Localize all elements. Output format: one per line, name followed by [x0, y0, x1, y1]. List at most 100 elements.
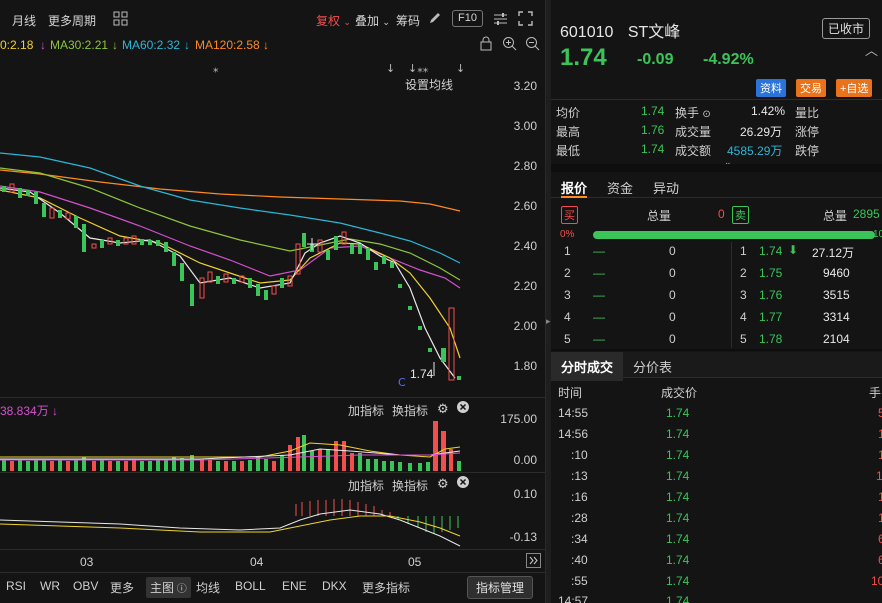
- sell-volume: 9460: [823, 266, 850, 280]
- tab-wr[interactable]: WR: [40, 579, 60, 593]
- trade-time: :40: [571, 553, 588, 567]
- tab-dkx[interactable]: DKX: [322, 579, 347, 593]
- buy-volume: 0: [669, 288, 676, 302]
- svg-text:↓: ↓: [386, 62, 395, 75]
- tab-obv[interactable]: OBV: [73, 579, 98, 593]
- buy-level: 4: [564, 310, 571, 324]
- trade-time: 14:56: [558, 427, 589, 441]
- trade-price: 1.74: [666, 448, 690, 462]
- chart-toolbar: 月线 更多周期 复权 ⌄ 叠加 ⌄ 筹码 F10: [0, 0, 545, 36]
- draw-pen-icon[interactable]: [428, 11, 442, 28]
- f10-button[interactable]: F10: [452, 10, 483, 27]
- stat-value: 1.74: [641, 104, 665, 118]
- tab-price-table[interactable]: 分价表: [633, 357, 672, 376]
- stock-header: 601010 ST文峰: [560, 18, 680, 42]
- trade-price: 1.74: [666, 574, 690, 588]
- tab-more-indicators[interactable]: 更多指标: [362, 579, 410, 596]
- settings-sliders-icon[interactable]: [493, 11, 508, 29]
- macd-chart[interactable]: [0, 492, 478, 548]
- buy-volume: 0: [669, 332, 676, 346]
- trades-header-price: 成交价: [661, 386, 698, 400]
- sell-price: 1.74: [759, 244, 783, 258]
- chevron-up-icon[interactable]: ︿: [865, 40, 878, 59]
- sell-level: 5: [740, 332, 747, 346]
- stat-value: 4585.29万: [727, 144, 783, 158]
- trade-time: :13: [571, 469, 588, 483]
- tab-main-chart-label: 主图: [150, 581, 175, 595]
- buy-level: 2: [564, 266, 571, 280]
- svg-text:↓: ↓: [456, 62, 465, 75]
- gear-icon[interactable]: ⚙: [437, 476, 449, 492]
- stat-label: 换手 ⊙: [675, 104, 711, 121]
- stat-label: 量比: [795, 106, 820, 120]
- buy-volume: 0: [669, 310, 676, 324]
- arrow-down-icon: ⬇: [788, 243, 799, 257]
- chips-button[interactable]: 筹码: [396, 12, 420, 29]
- candlestick-chart[interactable]: ⁎ ↓ ↓⁎⁎ ↓ C: [0, 58, 478, 396]
- buy-price: —: [593, 310, 605, 324]
- volume-axis-tick: 0.00: [513, 453, 537, 467]
- zoom-in-icon[interactable]: [502, 36, 517, 54]
- tab-ene[interactable]: ENE: [282, 579, 307, 593]
- tab-ma[interactable]: 均线: [196, 579, 220, 596]
- zoom-out-icon[interactable]: [525, 36, 540, 54]
- trade-time: :10: [571, 448, 588, 462]
- close-icon[interactable]: [457, 401, 469, 416]
- stock-code: 601010: [560, 24, 614, 41]
- volume-chart[interactable]: [0, 415, 478, 471]
- collapse-arrow-icon[interactable]: ▸: [546, 316, 551, 327]
- trade-price: 1.74: [666, 406, 690, 420]
- time-tick: 04: [250, 555, 264, 569]
- stat-label: 跌停: [795, 144, 820, 158]
- trade-price: 1.74: [666, 553, 690, 567]
- kline-chart-panel: 月线 更多周期 复权 ⌄ 叠加 ⌄ 筹码 F10 0:2.18 ↓ MA30:2…: [0, 0, 545, 603]
- trade-volume: 6: [878, 553, 882, 567]
- svg-text:C: C: [398, 376, 406, 389]
- info-tag-button[interactable]: 资料: [756, 79, 786, 97]
- lock-icon[interactable]: [479, 36, 493, 54]
- sell-volume: 3515: [823, 288, 850, 302]
- close-icon[interactable]: [457, 476, 469, 491]
- trade-volume: 1: [878, 511, 882, 525]
- trades-header-time: 时间: [558, 386, 583, 400]
- period-month-button[interactable]: 月线: [12, 12, 36, 29]
- turnover-label: 换手: [675, 106, 700, 120]
- tab-quote[interactable]: 报价: [561, 178, 587, 197]
- buy-price: —: [593, 288, 605, 302]
- trade-price: 1.74: [666, 511, 690, 525]
- volume-axis-tick: 175.00: [500, 412, 537, 426]
- chevron-down-icon: ⌄: [343, 17, 351, 27]
- grid-layout-icon[interactable]: [113, 11, 128, 29]
- stat-label: 均价: [556, 106, 581, 120]
- trade-time: :55: [571, 574, 588, 588]
- ma-legend-ma120: MA120:2.58: [195, 38, 260, 52]
- tab-anomaly[interactable]: 异动: [653, 178, 679, 197]
- sell-volume: 2104: [823, 332, 850, 346]
- trade-time: :16: [571, 490, 588, 504]
- trade-time: :34: [571, 532, 588, 546]
- tab-rsi[interactable]: RSI: [6, 579, 26, 593]
- add-watchlist-button[interactable]: +自选: [836, 79, 873, 97]
- ma-legend-arrow-down: ↓: [40, 38, 46, 52]
- time-tick: 05: [408, 555, 422, 569]
- price-tick: 1.80: [513, 359, 537, 373]
- trade-tag-button[interactable]: 交易: [796, 79, 826, 97]
- tab-more[interactable]: 更多: [110, 579, 134, 596]
- ma-legend-arrow-down: ↓: [263, 38, 269, 52]
- scroll-right-icon[interactable]: [526, 553, 541, 571]
- fuquan-dropdown[interactable]: 复权 ⌄: [316, 12, 351, 29]
- indicator-manage-button[interactable]: 指标管理: [466, 576, 533, 599]
- tab-boll[interactable]: BOLL: [235, 579, 266, 593]
- divider: [731, 242, 732, 348]
- trade-price: 1.74: [666, 490, 690, 504]
- tab-main-chart[interactable]: 主图 ⓘ: [146, 577, 191, 598]
- tab-capital[interactable]: 资金: [607, 178, 633, 197]
- tab-tick-trades[interactable]: 分时成交: [551, 352, 624, 381]
- more-period-button[interactable]: 更多周期: [48, 12, 96, 29]
- buy-volume: 0: [669, 244, 676, 258]
- fullscreen-icon[interactable]: [518, 11, 533, 29]
- overlay-dropdown[interactable]: 叠加 ⌄: [355, 12, 390, 29]
- stat-label: 涨停: [795, 125, 820, 139]
- more-icon[interactable]: ⊙: [702, 109, 710, 120]
- sell-tag: 卖: [732, 206, 749, 224]
